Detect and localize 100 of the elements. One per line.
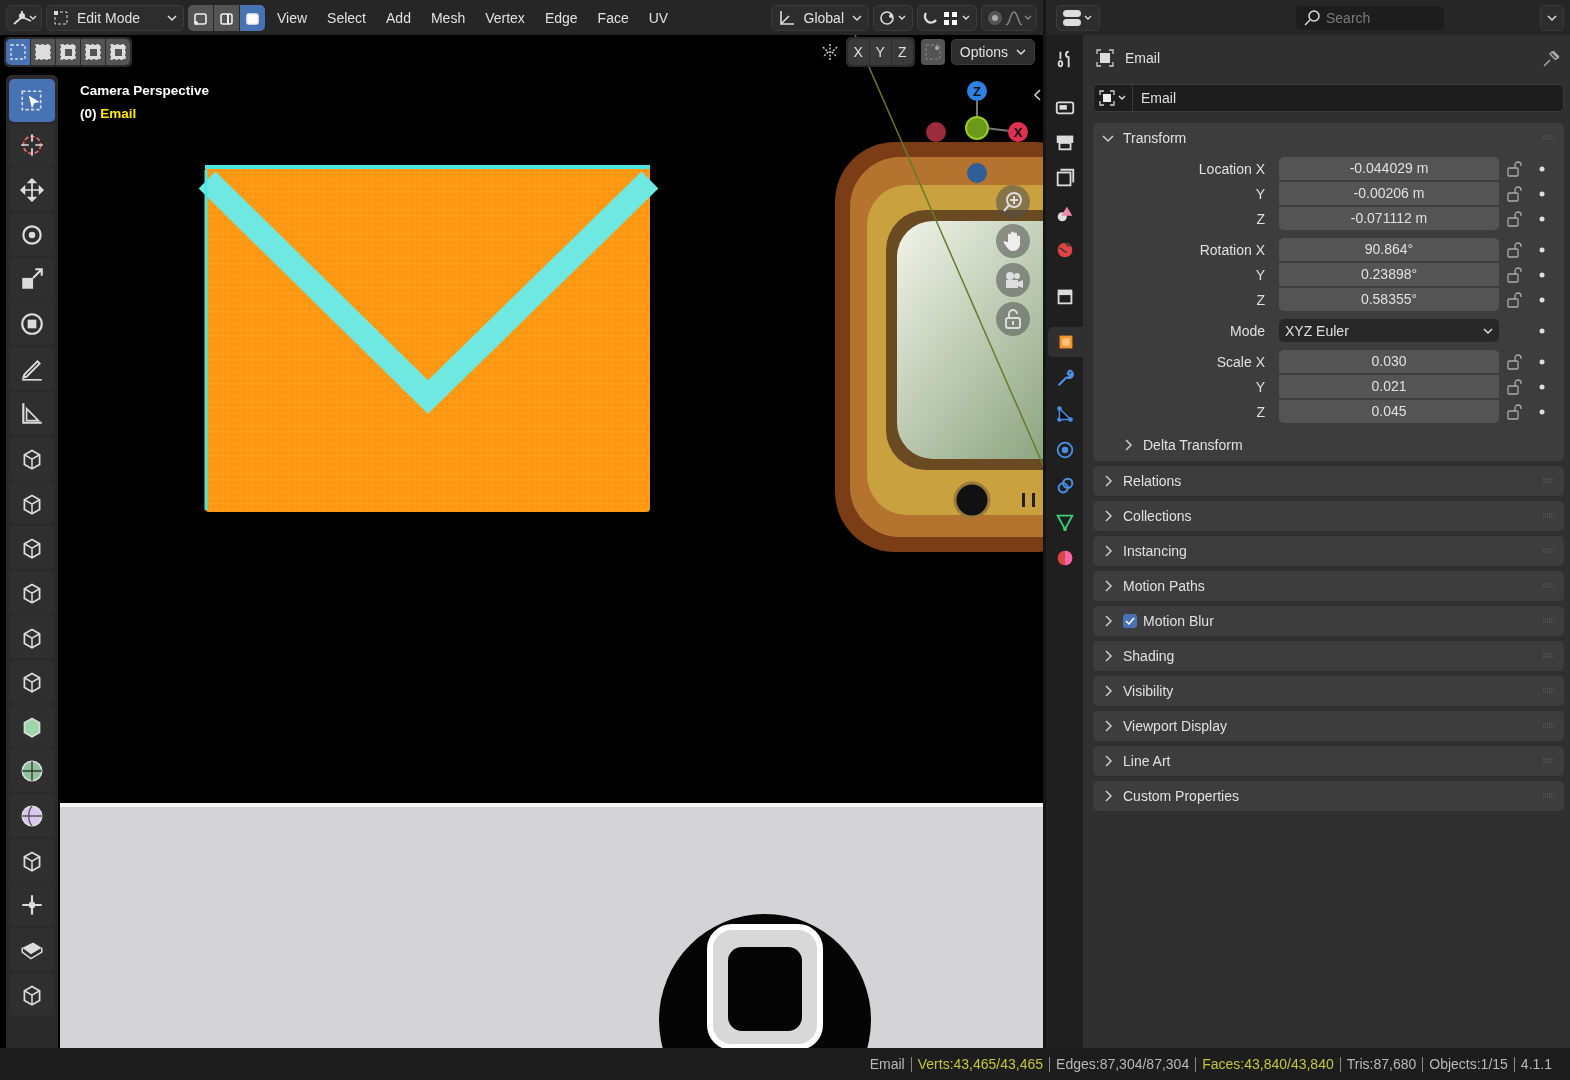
tool-button[interactable] (9, 525, 55, 569)
zoom-button[interactable] (996, 185, 1030, 219)
auto-merge-button[interactable] (920, 39, 945, 65)
select-mode-button[interactable] (214, 4, 239, 31)
checkbox[interactable] (1123, 614, 1137, 628)
number-field[interactable]: -0.044029 m (1279, 157, 1499, 180)
select-tool-button[interactable] (6, 39, 30, 65)
tool-button[interactable] (9, 615, 55, 659)
search-field[interactable]: Search (1296, 5, 1444, 30)
lock-icon[interactable] (1507, 403, 1525, 420)
tool-button[interactable] (9, 168, 55, 212)
tool-button[interactable] (9, 883, 55, 927)
rotation-mode-dropdown[interactable]: XYZ Euler (1279, 319, 1499, 342)
tool-button[interactable] (9, 794, 55, 837)
options-dropdown[interactable]: Options (950, 39, 1035, 65)
lock-icon[interactable] (1507, 291, 1525, 308)
lock-icon[interactable] (1507, 266, 1525, 283)
collapsed-panel[interactable]: Shading (1093, 641, 1564, 671)
properties-tab[interactable] (1047, 327, 1085, 357)
menu-item[interactable]: UV (640, 5, 677, 30)
lock-icon[interactable] (1507, 210, 1525, 227)
collapsed-panel[interactable]: Visibility (1093, 676, 1564, 706)
lock-icon[interactable] (1507, 160, 1525, 177)
menu-item[interactable]: Mesh (422, 5, 474, 30)
tool-button[interactable] (9, 213, 55, 257)
select-mode-button[interactable] (188, 4, 213, 31)
camera-button[interactable] (996, 263, 1030, 297)
gizmo-axis-ball[interactable] (967, 81, 987, 101)
3d-viewport[interactable]: X Y Z Options Camera Perspective (0) Email Z X (0, 35, 1043, 1048)
lock-icon[interactable] (1507, 353, 1525, 370)
tool-button[interactable] (9, 257, 55, 301)
number-field[interactable]: -0.00206 m (1279, 182, 1499, 205)
tool-button[interactable] (9, 838, 55, 882)
chevron-icon[interactable] (1032, 88, 1042, 102)
keyframe-dot-icon[interactable] (1539, 327, 1545, 334)
axis-toggle[interactable]: X (847, 39, 869, 65)
menu-item[interactable]: Select (319, 5, 374, 30)
options-button[interactable] (1540, 4, 1564, 31)
gizmo-axis-ball[interactable] (965, 116, 989, 140)
collapsed-panel[interactable]: Collections (1093, 501, 1564, 531)
select-mode-button[interactable] (240, 4, 265, 31)
axis-toggle[interactable]: Y (869, 39, 891, 65)
menu-item[interactable]: Add (378, 5, 419, 30)
collapsed-panel[interactable]: Custom Properties (1093, 781, 1564, 811)
tool-button[interactable] (9, 570, 55, 614)
pin-icon[interactable] (1542, 48, 1562, 68)
menu-item[interactable]: Vertex (477, 5, 533, 30)
snap-dropdown[interactable] (917, 4, 977, 31)
collapsed-panel[interactable]: Relations (1093, 466, 1564, 496)
number-field[interactable]: 90.864° (1279, 238, 1499, 261)
object-name-field[interactable]: Email (1093, 84, 1564, 112)
mode-dropdown[interactable]: Edit Mode (46, 4, 184, 31)
menu-item[interactable]: Face (589, 5, 637, 30)
panel-title[interactable]: Transform (1123, 130, 1187, 146)
subpanel-title[interactable]: Delta Transform (1143, 437, 1243, 453)
tool-button[interactable] (9, 928, 55, 972)
editor-type-button[interactable] (1056, 4, 1100, 31)
keyframe-dot-icon[interactable] (1539, 408, 1545, 415)
tool-button[interactable] (9, 391, 55, 435)
tool-button[interactable] (9, 347, 55, 391)
tool-button[interactable] (9, 123, 55, 167)
number-field[interactable]: 0.045 (1279, 400, 1499, 423)
select-tool-button[interactable] (31, 39, 55, 65)
number-field[interactable]: 0.23898° (1279, 263, 1499, 286)
orientation-dropdown[interactable]: Global (770, 4, 869, 31)
editor-type-button[interactable] (6, 4, 42, 31)
keyframe-dot-icon[interactable] (1539, 215, 1545, 222)
keyframe-dot-icon[interactable] (1539, 246, 1545, 253)
menu-item[interactable]: View (269, 5, 316, 30)
keyframe-dot-icon[interactable] (1539, 296, 1545, 303)
select-tool-button[interactable] (106, 39, 130, 65)
tool-button[interactable] (9, 704, 55, 748)
pan-button[interactable] (996, 224, 1030, 258)
collapsed-panel[interactable]: Motion Blur (1093, 606, 1564, 636)
lock-button[interactable] (996, 302, 1030, 336)
tool-button[interactable] (9, 749, 55, 793)
collapsed-panel[interactable]: Viewport Display (1093, 711, 1564, 741)
gizmo-axis-ball[interactable] (1008, 122, 1028, 142)
lock-icon[interactable] (1507, 378, 1525, 395)
number-field[interactable]: 0.030 (1279, 350, 1499, 373)
tool-button[interactable] (9, 972, 55, 1016)
keyframe-dot-icon[interactable] (1539, 358, 1545, 365)
number-field[interactable]: 0.021 (1279, 375, 1499, 398)
collapsed-panel[interactable]: Line Art (1093, 746, 1564, 776)
tool-button[interactable] (9, 302, 55, 346)
proportional-edit-button[interactable] (981, 4, 1037, 31)
keyframe-dot-icon[interactable] (1539, 383, 1545, 390)
tool-button[interactable] (9, 659, 55, 703)
collapsed-panel[interactable]: Motion Paths (1093, 571, 1564, 601)
menu-item[interactable]: Edge (536, 5, 586, 30)
keyframe-dot-icon[interactable] (1539, 165, 1545, 172)
keyframe-dot-icon[interactable] (1539, 190, 1545, 197)
number-field[interactable]: -0.071112 m (1279, 207, 1499, 230)
pivot-dropdown[interactable] (873, 4, 913, 31)
tool-button[interactable] (9, 436, 55, 480)
lock-icon[interactable] (1507, 185, 1525, 202)
select-tool-button[interactable] (81, 39, 105, 65)
tool-button[interactable] (9, 481, 55, 525)
number-field[interactable]: 0.58355° (1279, 288, 1499, 311)
collapsed-panel[interactable]: Instancing (1093, 536, 1564, 566)
